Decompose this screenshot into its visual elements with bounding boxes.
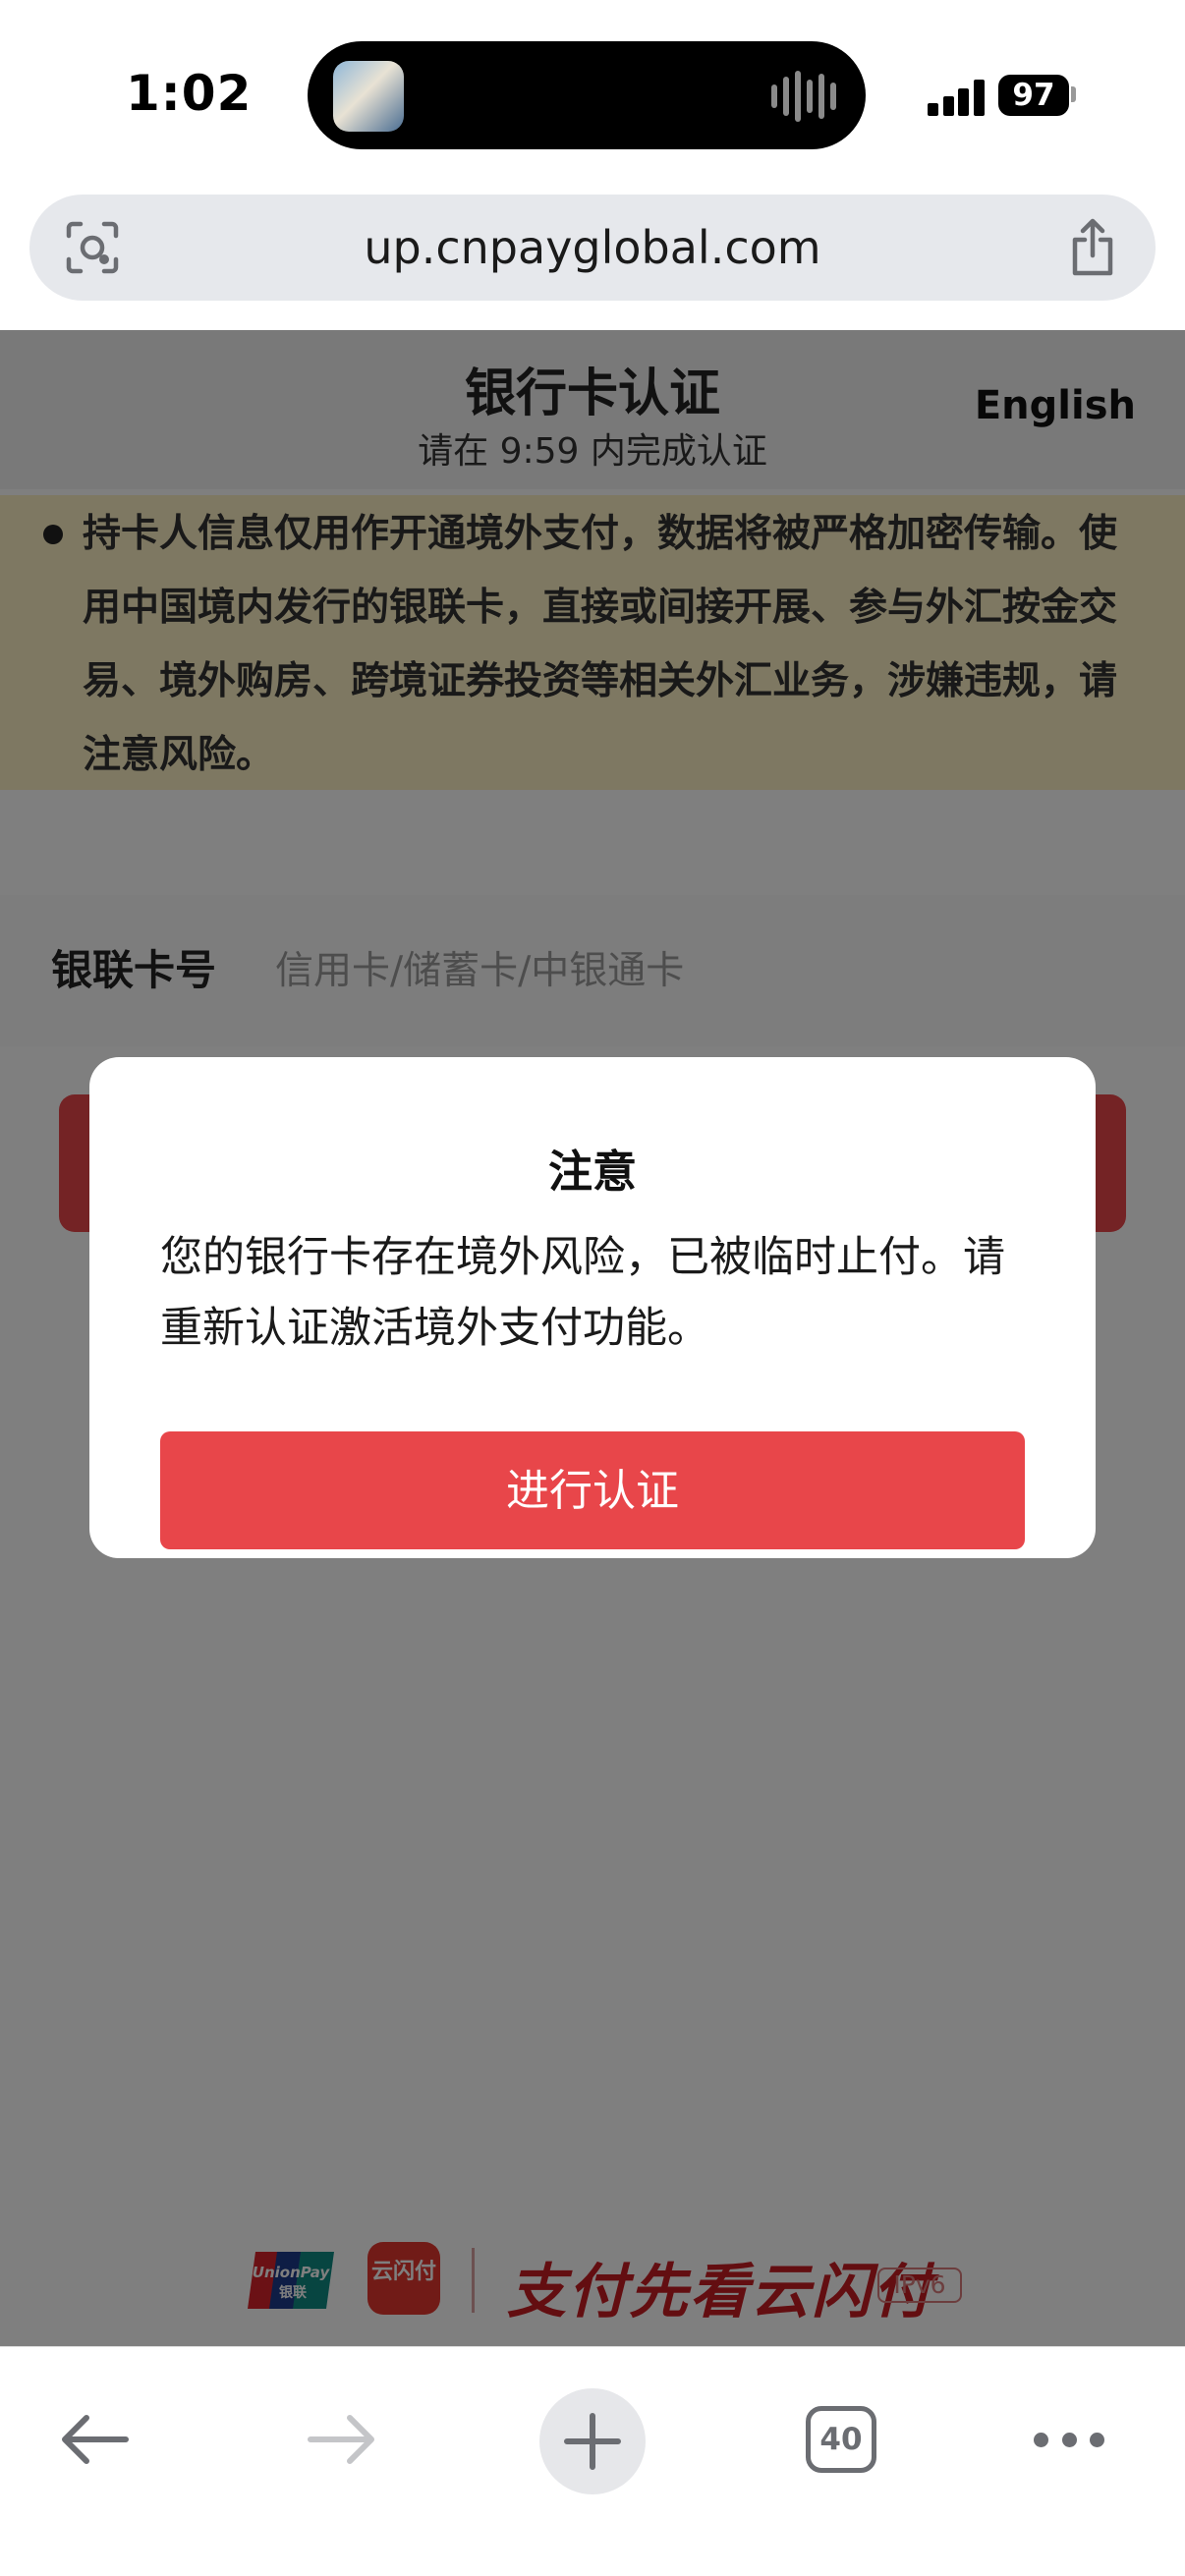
status-bar: 1:02 97 — [0, 0, 1185, 187]
battery-tip-icon — [1071, 86, 1076, 102]
browser-toolbar: 40 — [0, 2346, 1185, 2576]
web-page: 银行卡认证 请在 9:59 内完成认证 English 持卡人信息仅用作开通境外… — [0, 330, 1185, 2346]
share-icon[interactable] — [1067, 218, 1118, 277]
cellular-signal-icon — [928, 77, 985, 116]
screen: 1:02 97 up.cnpayglobal.com 银行卡认证 请在 9: — [0, 0, 1185, 2576]
alert-dialog: 注意 您的银行卡存在境外风险，已被临时止付。请重新认证激活境外支付功能。 进行认… — [89, 1057, 1096, 1558]
status-time: 1:02 — [126, 65, 253, 122]
album-art-thumbnail — [333, 61, 404, 132]
address-bar[interactable]: up.cnpayglobal.com — [29, 195, 1156, 301]
dialog-title: 注意 — [547, 1146, 637, 1198]
battery-indicator: 97 — [998, 75, 1069, 116]
dynamic-island[interactable] — [308, 41, 866, 149]
forward-arrow-icon[interactable] — [305, 2412, 379, 2467]
verify-button[interactable]: 进行认证 — [160, 1431, 1025, 1549]
url-text[interactable]: up.cnpayglobal.com — [29, 195, 1156, 301]
dialog-message: 您的银行卡存在境外风险，已被临时止付。请重新认证激活境外支付功能。 — [160, 1233, 1005, 1353]
new-tab-button[interactable] — [539, 2388, 646, 2494]
back-arrow-icon[interactable] — [57, 2412, 132, 2467]
tabs-button[interactable]: 40 — [806, 2406, 876, 2473]
audio-waveform-icon — [771, 71, 836, 122]
plus-icon — [564, 2413, 621, 2470]
more-dots-icon[interactable] — [1034, 2428, 1104, 2451]
